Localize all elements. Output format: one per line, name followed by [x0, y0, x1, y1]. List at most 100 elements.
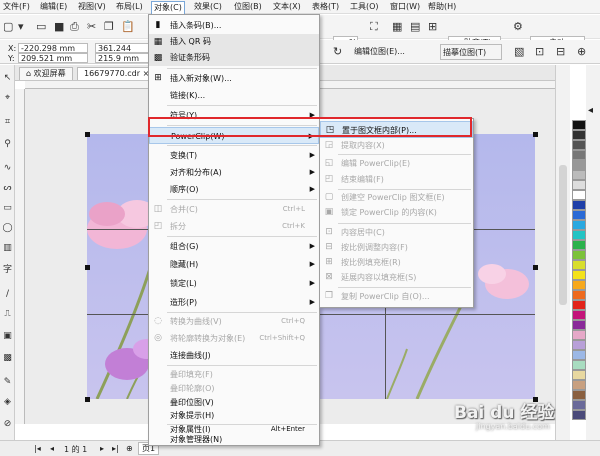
color-swatch[interactable] [572, 410, 586, 420]
menu-layout[interactable]: 布局(L) [114, 1, 145, 13]
menu-item-hide[interactable]: 隐藏(H) ▶ [149, 256, 319, 273]
show-rulers-icon[interactable]: ▦ [392, 20, 402, 34]
eyedropper-icon[interactable]: ✎ [1, 375, 14, 389]
menu-item-break-apart[interactable]: ◰ 拆分 Ctrl+K [149, 218, 319, 235]
menu-item-fill-proportionally[interactable]: ⊞ 按比例填充框(R) [320, 255, 473, 270]
tab-document-file[interactable]: 16679770.cdr × [77, 67, 157, 80]
menu-item-copy-powerclip-from[interactable]: ❐ 复制 PowerClip 自(O)... [320, 289, 473, 304]
artistic-media-icon[interactable]: ᔕ [1, 181, 14, 195]
crop-tool-icon[interactable]: ⌗ [1, 115, 14, 129]
menu-item-edit-powerclip[interactable]: ◱ 编辑 PowerClip(E) [320, 156, 473, 171]
color-swatch[interactable] [572, 370, 586, 380]
resample-icon[interactable]: ⊟ [556, 45, 565, 59]
vertical-ruler[interactable] [15, 89, 25, 424]
next-page-icon[interactable]: ▸ [100, 444, 104, 453]
color-swatch[interactable] [572, 350, 586, 360]
selection-handle[interactable] [533, 132, 538, 137]
menu-item-stretch-to-fill[interactable]: ⊠ 延展内容以填充框(S) [320, 270, 473, 285]
new-document-icon[interactable]: ▢ [3, 20, 13, 34]
color-swatch[interactable] [572, 200, 586, 210]
menu-item-outline-to-object[interactable]: ◎ 将轮廓转换为对象(E) Ctrl+Shift+Q [149, 330, 319, 347]
color-swatch[interactable] [572, 230, 586, 240]
menu-table[interactable]: 表格(T) [310, 1, 341, 13]
selection-handle[interactable] [85, 397, 90, 402]
add-page-icon[interactable]: ⊕ [126, 444, 133, 453]
menu-item-insert-qr[interactable]: ▦ 插入 QR 码 [149, 34, 319, 50]
menu-item-lock[interactable]: 锁定(L) ▶ [149, 275, 319, 292]
first-page-icon[interactable]: |◂ [34, 444, 41, 453]
freehand-tool-icon[interactable]: ∿ [1, 161, 14, 175]
full-screen-icon[interactable]: ⛶ [370, 20, 378, 34]
shape-tool-icon[interactable]: ⌖ [1, 91, 14, 105]
color-swatch[interactable] [572, 220, 586, 230]
pick-tool-icon[interactable]: ↖ [1, 71, 14, 85]
menu-item-object-hints[interactable]: 对象提示(H) [149, 408, 319, 423]
ellipse-tool-icon[interactable]: ◯ [1, 221, 14, 235]
menu-text[interactable]: 文本(X) [271, 1, 303, 13]
guidelines-icon[interactable]: ⊞ [428, 20, 437, 34]
menu-file[interactable]: 文件(F) [1, 1, 32, 13]
menu-item-object-manager[interactable]: 对象管理器(N) [149, 433, 319, 447]
selection-handle[interactable] [85, 265, 90, 270]
drop-shadow-icon[interactable]: ▣ [1, 329, 14, 343]
menu-item-links[interactable]: 链接(K)... [149, 87, 319, 104]
rectangle-tool-icon[interactable]: ▭ [1, 201, 14, 215]
menu-item-finish-editing[interactable]: ◰ 结束编辑(F) [320, 172, 473, 187]
rotate-icon[interactable]: ↻ [333, 45, 342, 59]
palette-expand-icon[interactable]: ◂ [588, 105, 593, 116]
menu-item-center-contents[interactable]: ⊡ 内容居中(C) [320, 225, 473, 240]
menu-help[interactable]: 帮助(H) [426, 1, 458, 13]
color-swatch[interactable] [572, 180, 586, 190]
width-field[interactable]: 361.244 mm [95, 43, 150, 62]
y-position-field[interactable]: 209.521 mm [18, 53, 88, 63]
color-swatch[interactable] [572, 310, 586, 320]
color-swatch[interactable] [572, 150, 586, 160]
menu-bitmap[interactable]: 位图(B) [232, 1, 264, 13]
color-swatch[interactable] [572, 130, 586, 140]
connector-tool-icon[interactable]: ⎍ [1, 307, 14, 321]
open-folder-icon[interactable]: ▭ [36, 20, 46, 34]
color-swatch[interactable] [572, 140, 586, 150]
options-gear-icon[interactable]: ⚙ [513, 20, 523, 34]
show-grid-icon[interactable]: ▤ [410, 20, 420, 34]
quick-customize-icon[interactable]: ⊕ [577, 45, 586, 59]
tab-welcome-screen[interactable]: ⌂ 欢迎屏幕 [19, 67, 73, 80]
last-page-icon[interactable]: ▸| [112, 444, 119, 453]
vertical-scrollbar[interactable] [555, 65, 570, 440]
color-swatch[interactable] [572, 380, 586, 390]
color-swatch[interactable] [572, 330, 586, 340]
transparency-icon[interactable]: ▩ [1, 351, 14, 365]
color-swatch[interactable] [572, 160, 586, 170]
color-swatch[interactable] [572, 270, 586, 280]
open-file-icon[interactable]: ▾ [18, 20, 24, 34]
color-swatch[interactable] [572, 240, 586, 250]
color-swatch[interactable] [572, 340, 586, 350]
polygon-tool-icon[interactable]: ▥ [1, 241, 14, 255]
height-field[interactable]: 215.9 mm [95, 53, 150, 63]
trace-bitmap-button[interactable]: 描摹位图(T) [440, 44, 502, 60]
selection-handle[interactable] [85, 132, 90, 137]
menu-item-shaping[interactable]: 造形(P) ▶ [149, 294, 319, 311]
color-swatch[interactable] [572, 250, 586, 260]
menu-item-group[interactable]: 组合(G) ▶ [149, 238, 319, 255]
menu-item-overprint-outline[interactable]: 叠印轮廓(O) [149, 381, 319, 396]
menu-view[interactable]: 视图(V) [76, 1, 108, 13]
menu-edit[interactable]: 编辑(E) [38, 1, 69, 13]
menu-window[interactable]: 窗口(W) [388, 1, 422, 13]
color-swatch[interactable] [572, 290, 586, 300]
zoom-tool-icon[interactable]: ⚲ [1, 137, 14, 151]
smart-fill-icon[interactable]: ⊘ [1, 417, 14, 431]
menu-item-transform[interactable]: 变换(T) ▶ [149, 147, 319, 164]
color-swatch[interactable] [572, 390, 586, 400]
color-swatch[interactable] [572, 280, 586, 290]
menu-item-combine[interactable]: ◫ 合并(C) Ctrl+L [149, 201, 319, 218]
color-swatch[interactable] [572, 170, 586, 180]
crop-bitmap-icon[interactable]: ⊡ [535, 45, 544, 59]
menu-item-insert-new-object[interactable]: ⊞ 插入新对象(W)... [149, 70, 319, 87]
menu-item-order[interactable]: 顺序(O) ▶ [149, 181, 319, 198]
menu-object[interactable]: 对象(C) [151, 1, 185, 14]
color-swatch[interactable] [572, 360, 586, 370]
selection-handle[interactable] [533, 265, 538, 270]
menu-item-validate-barcode[interactable]: ▩ 验证条形码 [149, 50, 319, 66]
x-position-field[interactable]: -220.298 mm [18, 43, 88, 53]
